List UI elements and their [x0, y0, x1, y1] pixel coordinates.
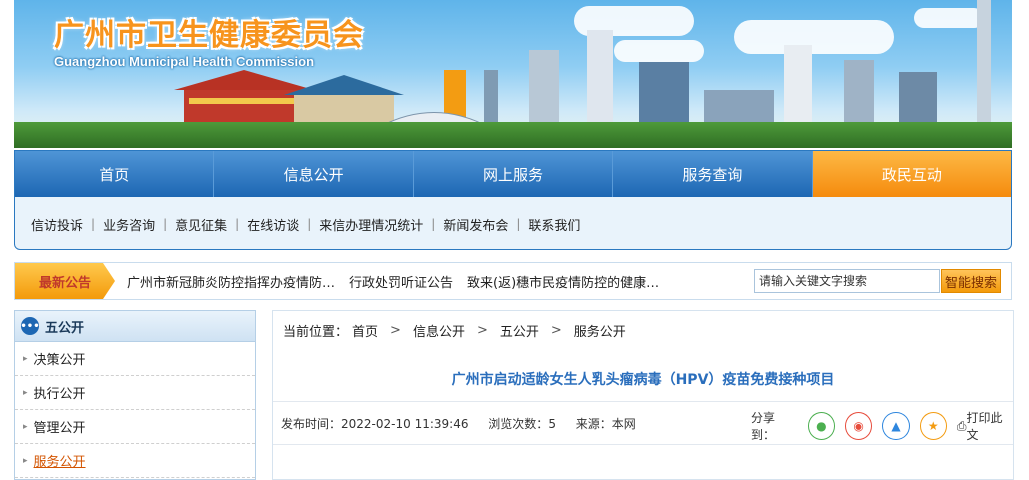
weibo-icon[interactable]: ◉ [845, 412, 873, 440]
sidebar-item-execution[interactable]: ▸ 执行公开 [15, 376, 255, 410]
announcement-link[interactable]: 行政处罚听证公告 [349, 272, 453, 291]
subnav-interview[interactable]: 在线访谈 [239, 215, 307, 234]
subnav-petition[interactable]: 信访投诉 [23, 215, 91, 234]
sidebar-item-label: 服务公开 [33, 455, 86, 470]
subnav-opinion[interactable]: 意见征集 [167, 215, 235, 234]
nav-item-public-interaction[interactable]: 政民互动 [812, 151, 1012, 197]
breadcrumb-link[interactable]: 服务公开 [574, 321, 626, 340]
breadcrumb: 当前位置： 首页 > 信息公开 > 五公开 > 服务公开 [283, 321, 630, 340]
search-input[interactable]: 请输入关键文字搜索 [754, 269, 940, 293]
announcement-bar: 最新公告 广州市新冠肺炎防控指挥办疫情防… 行政处罚听证公告 致来(返)穗市民疫… [14, 262, 1012, 300]
article-panel: 当前位置： 首页 > 信息公开 > 五公开 > 服务公开 广州市启动适龄女生人乳… [272, 310, 1014, 480]
qzone-star-icon[interactable]: ★ [919, 412, 947, 440]
site-title: 广州市卫生健康委员会 [54, 18, 364, 53]
sidebar-item-label: 决策公开 [33, 353, 86, 368]
site-subtitle: Guangzhou Municipal Health Commission [54, 54, 315, 69]
publish-label: 发布时间： [281, 417, 342, 431]
subnav-consultation[interactable]: 业务咨询 [95, 215, 163, 234]
sidebar-item-label: 执行公开 [33, 387, 86, 402]
sidebar-item-service[interactable]: ▸ 服务公开 [15, 444, 255, 478]
sidebar-item-decision[interactable]: ▸ 决策公开 [15, 342, 255, 376]
announcement-tag: 最新公告 [15, 263, 115, 299]
sidebar: ••• 五公开 ▸ 决策公开 ▸ 执行公开 ▸ 管理公开 ▸ 服务公开 [14, 310, 256, 480]
subnav-press-conference[interactable]: 新闻发布会 [435, 215, 516, 234]
nav-item-service-query[interactable]: 服务查询 [613, 151, 813, 197]
nav-item-home[interactable]: 首页 [15, 151, 215, 197]
breadcrumb-link[interactable]: 首页 [352, 321, 378, 340]
article-meta: 发布时间：2022-02-10 11:39:46 浏览次数：5 来源：本网 [281, 415, 636, 432]
sidebar-item-management[interactable]: ▸ 管理公开 [15, 410, 255, 444]
nav-item-online-service[interactable]: 网上服务 [414, 151, 614, 197]
chevron-right-icon: > [550, 323, 562, 338]
share-label: 分享到： [751, 411, 776, 442]
qq-icon[interactable]: ▲ [882, 412, 910, 440]
chat-bubble-icon: ••• [20, 317, 40, 335]
announcement-link[interactable]: 致来(返)穗市民疫情防控的健康… [467, 272, 659, 291]
chevron-right-icon: > [476, 323, 488, 338]
source-label: 来源： [575, 417, 612, 431]
header-banner: 广州市卫生健康委员会 Guangzhou Municipal Health Co… [14, 0, 1012, 148]
article-meta-bar: 发布时间：2022-02-10 11:39:46 浏览次数：5 来源：本网 分享… [273, 401, 1013, 445]
wechat-icon[interactable]: ● [807, 412, 836, 440]
print-label: 打印此文 [966, 411, 1003, 442]
views-label: 浏览次数： [488, 417, 549, 431]
chevron-right-icon: ▸ [23, 455, 28, 466]
share-bar: 分享到： ● ◉ ▲ ★ ⎙ 打印此文 [751, 409, 1013, 443]
printer-icon: ⎙ [956, 418, 967, 433]
nav-sub-bar: 信访投诉 | 业务咨询 | 意见征集 | 在线访谈 | 来信办理情况统计 | 新闻发布会 |… [15, 197, 1011, 251]
chevron-right-icon: ▸ [23, 353, 28, 364]
chevron-right-icon: > [390, 323, 401, 338]
print-button[interactable]: ⎙ 打印此文 [957, 409, 1013, 443]
announcement-tag-label: 最新公告 [38, 275, 91, 291]
chevron-right-icon: ▸ [23, 387, 28, 398]
main-navigation: 首页 信息公开 网上服务 服务查询 政民互动 信访投诉 | 业务咨询 | 意见征集 |… [14, 150, 1012, 250]
sidebar-item-label: 管理公开 [33, 421, 86, 436]
article-title: 广州市启动适龄女生人乳头瘤病毒（HPV）疫苗免费接种项目 [451, 372, 835, 388]
nav-main-bar: 首页 信息公开 网上服务 服务查询 政民互动 [15, 151, 1012, 197]
subnav-contact[interactable]: 联系我们 [520, 215, 588, 234]
announcement-list: 广州市新冠肺炎防控指挥办疫情防… 行政处罚听证公告 致来(返)穗市民疫情防控的健… [127, 263, 673, 299]
subnav-letter-stats[interactable]: 来信办理情况统计 [311, 215, 431, 234]
announcement-link[interactable]: 广州市新冠肺炎防控指挥办疫情防… [127, 272, 335, 291]
chevron-right-icon: ▸ [23, 421, 28, 432]
search-button[interactable]: 智能搜索 [941, 269, 1001, 293]
sidebar-title: 五公开 [45, 320, 85, 336]
breadcrumb-link[interactable]: 信息公开 [413, 321, 465, 340]
breadcrumb-link[interactable]: 五公开 [500, 321, 539, 340]
publish-time: 2022-02-10 11:39:46 [341, 417, 469, 431]
source-value: 本网 [611, 417, 636, 431]
sidebar-header: ••• 五公开 [15, 311, 255, 342]
view-count: 5 [548, 417, 556, 431]
breadcrumb-label: 当前位置： [283, 325, 349, 340]
nav-item-info-disclosure[interactable]: 信息公开 [214, 151, 414, 197]
greenery-decoration [14, 122, 1012, 148]
